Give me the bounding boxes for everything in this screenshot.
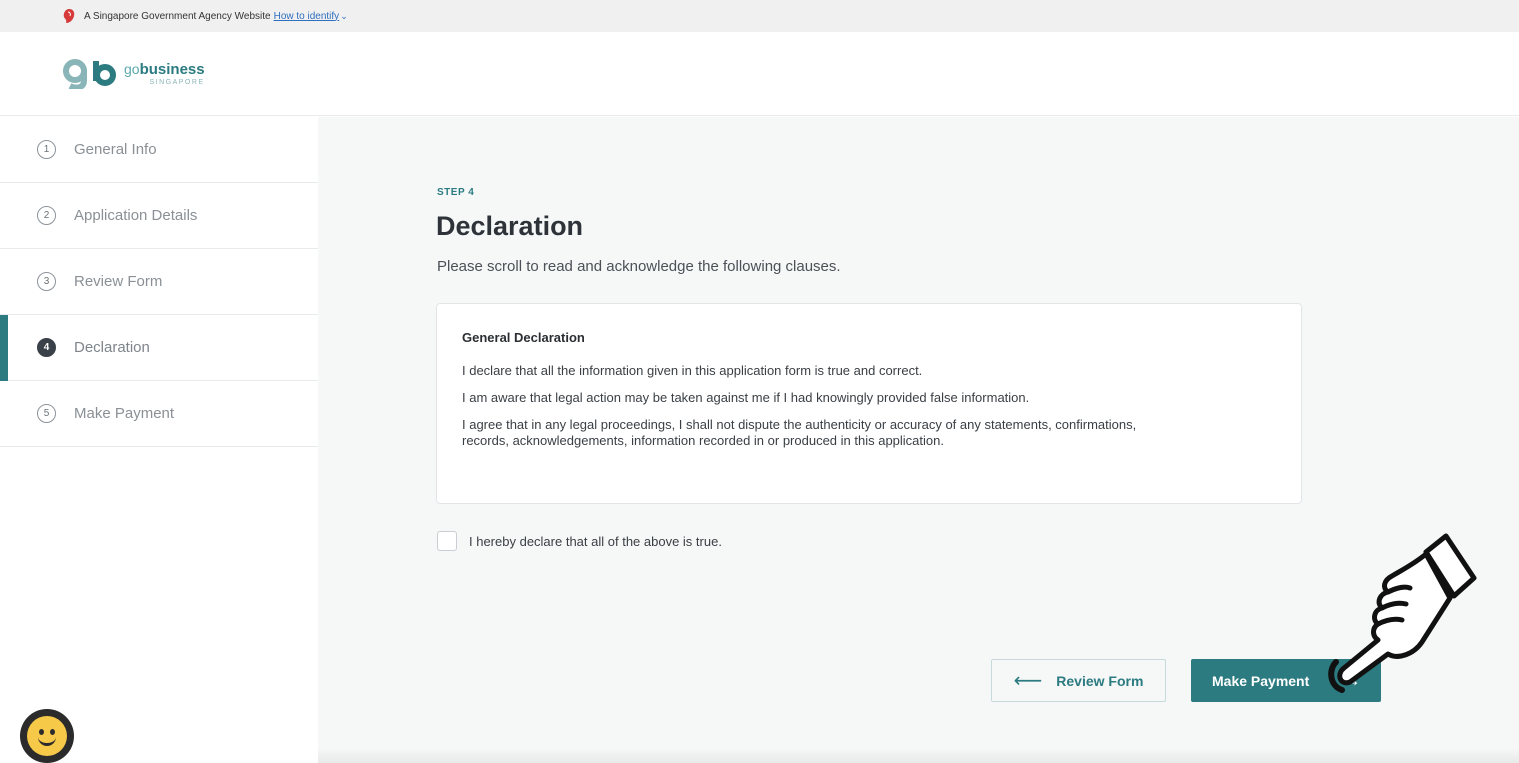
review-form-button[interactable]: ⟵ Review Form: [991, 659, 1166, 702]
lion-head-icon: [62, 8, 76, 24]
page-title: Declaration: [436, 211, 584, 241]
gb-logo-mark-icon: [63, 58, 116, 89]
smiley-face-icon: [27, 716, 67, 756]
arrow-left-icon: ⟵: [1013, 669, 1043, 692]
declaration-box[interactable]: General Declaration I declare that all t…: [436, 303, 1302, 504]
declaration-clause: I declare that all the information given…: [462, 363, 923, 378]
bottom-shade: [318, 748, 1519, 763]
declaration-clause: I agree that in any legal proceedings, I…: [462, 417, 1137, 448]
steps-sidebar: 1 General Info 2 Application Details 3 R…: [0, 117, 318, 763]
logo-prefix: go: [124, 60, 140, 77]
feedback-smiley-button[interactable]: [20, 709, 74, 763]
declaration-checkbox-row[interactable]: I hereby declare that all of the above i…: [437, 531, 722, 551]
step-number: 4: [37, 338, 56, 357]
declaration-heading: General Declaration: [462, 330, 585, 345]
hand-pointer-icon: [1328, 533, 1477, 693]
page-subtitle: Please scroll to read and acknowledge th…: [437, 258, 841, 275]
site-header: gobusiness SINGAPORE: [0, 32, 1519, 116]
step-tag: STEP 4: [437, 187, 475, 198]
chevron-down-icon[interactable]: ⌄: [340, 11, 348, 22]
step-number: 5: [37, 404, 56, 423]
sidebar-step-declaration[interactable]: 4 Declaration: [0, 315, 318, 381]
step-number: 3: [37, 272, 56, 291]
checkbox-label[interactable]: I hereby declare that all of the above i…: [469, 534, 722, 549]
how-to-identify-link[interactable]: How to identify: [274, 11, 340, 22]
next-button-label: Make Payment: [1212, 672, 1310, 689]
step-number: 2: [37, 206, 56, 225]
step-label: General Info: [74, 141, 157, 158]
step-label: Review Form: [74, 273, 163, 290]
logo-name: business: [139, 60, 205, 78]
declaration-checkbox[interactable]: [437, 531, 457, 551]
step-label: Declaration: [74, 339, 150, 356]
sidebar-step-general-info[interactable]: 1 General Info: [0, 117, 318, 183]
step-number: 1: [37, 140, 56, 159]
logo-country: SINGAPORE: [149, 78, 205, 86]
declaration-clause: I am aware that legal action may be take…: [462, 390, 1030, 405]
masthead-text: A Singapore Government Agency Website: [84, 10, 271, 22]
step-label: Application Details: [74, 207, 198, 224]
sidebar-step-review-form[interactable]: 3 Review Form: [0, 249, 318, 315]
sidebar-step-make-payment[interactable]: 5 Make Payment: [0, 381, 318, 447]
step-label: Make Payment: [74, 405, 175, 422]
back-button-label: Review Form: [1056, 672, 1144, 689]
gobusiness-logo[interactable]: gobusiness SINGAPORE: [62, 58, 205, 89]
sidebar-step-application-details[interactable]: 2 Application Details: [0, 183, 318, 249]
gov-masthead: A Singapore Government Agency Website Ho…: [0, 0, 1519, 32]
